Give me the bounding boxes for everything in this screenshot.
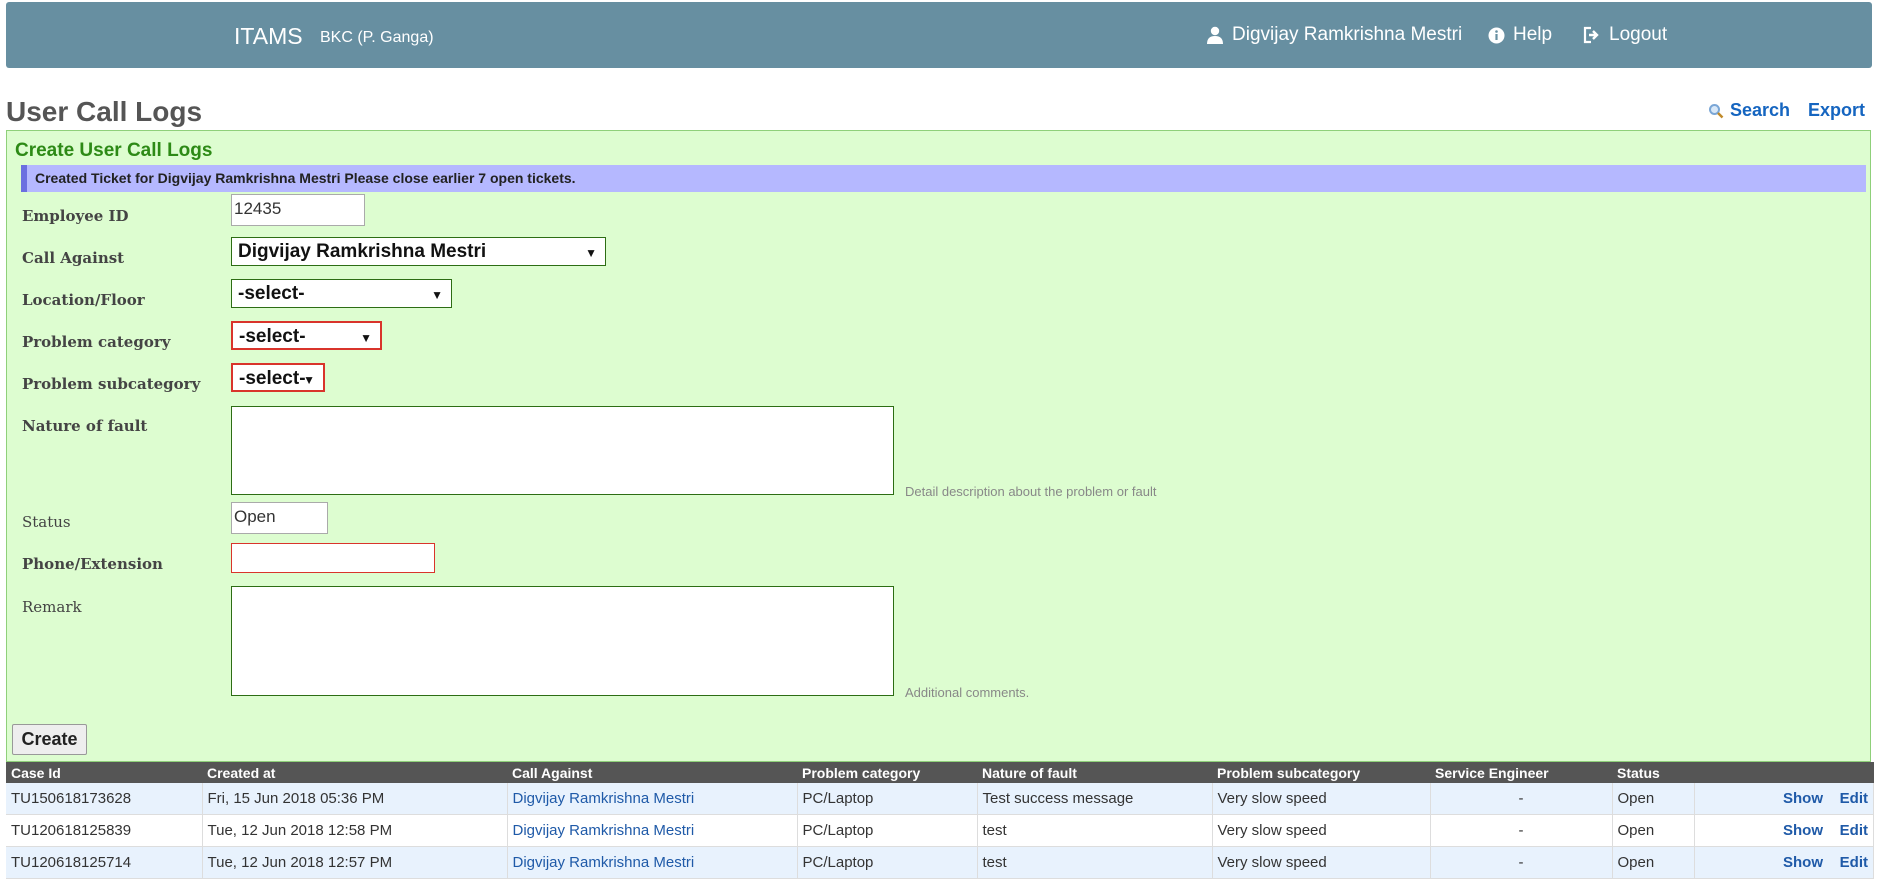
search-label: Search bbox=[1729, 100, 1790, 120]
help-link[interactable]: Help bbox=[1488, 24, 1552, 46]
logout-icon bbox=[1583, 26, 1599, 44]
category-cell: PC/Laptop bbox=[797, 783, 978, 815]
show-link[interactable]: Show bbox=[1783, 822, 1823, 839]
nature-of-fault-label: Nature of fault bbox=[22, 417, 148, 435]
table-row: TU120618125839 Tue, 12 Jun 2018 12:58 PM… bbox=[6, 814, 1874, 847]
column-header: Case Id bbox=[6, 762, 202, 783]
column-header: Call Against bbox=[507, 762, 797, 783]
create-button[interactable]: Create bbox=[12, 724, 87, 755]
employee-id-input[interactable]: 12435 bbox=[231, 194, 365, 226]
problem-subcategory-select[interactable]: -select- ▼ bbox=[231, 363, 325, 392]
show-link[interactable]: Show bbox=[1783, 790, 1823, 807]
search-icon bbox=[1708, 103, 1724, 118]
remark-textarea[interactable] bbox=[231, 586, 894, 696]
status-label: Status bbox=[22, 513, 71, 531]
search-link[interactable]: Search bbox=[1708, 100, 1790, 121]
call-against-link[interactable]: Digvijay Ramkrishna Mestri bbox=[507, 846, 798, 879]
page-title: User Call Logs bbox=[6, 96, 203, 127]
info-icon bbox=[1488, 27, 1505, 43]
status-input[interactable]: Open bbox=[231, 502, 328, 534]
employee-id-label: Employee ID bbox=[22, 207, 129, 225]
category-cell: PC/Laptop bbox=[797, 814, 978, 847]
status-cell: Open bbox=[1612, 814, 1695, 847]
case-id-cell: TU120618125839 bbox=[6, 814, 203, 847]
nature-cell: Test success message bbox=[977, 783, 1213, 815]
actions-cell: Show Edit bbox=[1694, 783, 1874, 815]
branch-label: BKC (P. Ganga) bbox=[320, 29, 434, 46]
chevron-down-icon: ▼ bbox=[431, 288, 443, 302]
chevron-down-icon: ▼ bbox=[303, 373, 315, 387]
column-header: Problem category bbox=[797, 762, 977, 783]
form-title: Create User Call Logs bbox=[15, 140, 213, 161]
page-actions: Search Export bbox=[1708, 100, 1865, 121]
actions-cell: Show Edit bbox=[1694, 814, 1874, 847]
call-against-value: Digvijay Ramkrishna Mestri bbox=[238, 241, 487, 262]
created-at-cell: Tue, 12 Jun 2018 12:57 PM bbox=[202, 846, 508, 879]
location-value: -select- bbox=[238, 283, 305, 304]
logout-link[interactable]: Logout bbox=[1583, 24, 1667, 46]
engineer-cell: - bbox=[1430, 846, 1613, 879]
actions-cell: Show Edit bbox=[1694, 846, 1874, 879]
edit-link[interactable]: Edit bbox=[1840, 790, 1868, 807]
nature-of-fault-hint: Detail description about the problem or … bbox=[905, 484, 1157, 499]
nature-cell: test bbox=[977, 846, 1213, 879]
status-cell: Open bbox=[1612, 783, 1695, 815]
engineer-cell: - bbox=[1430, 783, 1613, 815]
user-name: Digvijay Ramkrishna Mestri bbox=[1232, 24, 1463, 45]
brand-link[interactable]: ITAMS bbox=[234, 23, 303, 50]
subcategory-cell: Very slow speed bbox=[1212, 783, 1431, 815]
problem-category-value: -select- bbox=[239, 326, 306, 347]
column-header: Created at bbox=[202, 762, 507, 783]
table-header-row: Case Id Created at Call Against Problem … bbox=[6, 762, 1874, 783]
create-call-log-panel: Create User Call Logs Created Ticket for… bbox=[6, 130, 1871, 762]
subcategory-cell: Very slow speed bbox=[1212, 814, 1431, 847]
edit-link[interactable]: Edit bbox=[1840, 822, 1868, 839]
flash-message: Created Ticket for Digvijay Ramkrishna M… bbox=[21, 165, 1866, 192]
table-row: TU120618125714 Tue, 12 Jun 2018 12:57 PM… bbox=[6, 846, 1874, 879]
created-at-cell: Fri, 15 Jun 2018 05:36 PM bbox=[202, 783, 508, 815]
call-against-label: Call Against bbox=[22, 249, 125, 267]
column-header: Service Engineer bbox=[1430, 762, 1612, 783]
phone-input[interactable] bbox=[231, 543, 435, 573]
column-header: Nature of fault bbox=[977, 762, 1212, 783]
status-cell: Open bbox=[1612, 846, 1695, 879]
table-row: TU150618173628 Fri, 15 Jun 2018 05:36 PM… bbox=[6, 783, 1874, 815]
case-id-cell: TU150618173628 bbox=[6, 783, 203, 815]
user-menu[interactable]: Digvijay Ramkrishna Mestri bbox=[1206, 24, 1462, 46]
created-at-cell: Tue, 12 Jun 2018 12:58 PM bbox=[202, 814, 508, 847]
subcategory-cell: Very slow speed bbox=[1212, 846, 1431, 879]
remark-hint: Additional comments. bbox=[905, 685, 1030, 700]
top-navbar: ITAMS BKC (P. Ganga) Digvijay Ramkrishna… bbox=[6, 2, 1872, 68]
category-cell: PC/Laptop bbox=[797, 846, 978, 879]
call-against-select[interactable]: Digvijay Ramkrishna Mestri ▼ bbox=[231, 237, 606, 266]
call-against-link[interactable]: Digvijay Ramkrishna Mestri bbox=[507, 814, 798, 847]
show-link[interactable]: Show bbox=[1783, 854, 1823, 871]
remark-label: Remark bbox=[22, 598, 82, 616]
column-header: Problem subcategory bbox=[1212, 762, 1430, 783]
phone-label: Phone/Extension bbox=[22, 555, 163, 573]
chevron-down-icon: ▼ bbox=[585, 246, 597, 260]
engineer-cell: - bbox=[1430, 814, 1613, 847]
problem-category-select[interactable]: -select- ▼ bbox=[231, 321, 382, 350]
edit-link[interactable]: Edit bbox=[1840, 854, 1868, 871]
call-against-link[interactable]: Digvijay Ramkrishna Mestri bbox=[507, 783, 798, 815]
logout-label: Logout bbox=[1609, 24, 1668, 45]
location-label: Location/Floor bbox=[22, 291, 145, 309]
location-select[interactable]: -select- ▼ bbox=[231, 279, 452, 308]
case-id-cell: TU120618125714 bbox=[6, 846, 203, 879]
nature-cell: test bbox=[977, 814, 1213, 847]
problem-subcategory-value: -select- bbox=[239, 368, 306, 389]
user-icon bbox=[1207, 26, 1223, 44]
export-link[interactable]: Export bbox=[1808, 100, 1865, 121]
column-header: Status bbox=[1612, 762, 1694, 783]
problem-subcategory-label: Problem subcategory bbox=[22, 375, 201, 393]
call-logs-table: Case Id Created at Call Against Problem … bbox=[6, 762, 1874, 879]
chevron-down-icon: ▼ bbox=[360, 331, 372, 345]
actions-header bbox=[1694, 762, 1874, 783]
problem-category-label: Problem category bbox=[22, 333, 171, 351]
help-label: Help bbox=[1513, 24, 1553, 45]
nature-of-fault-textarea[interactable] bbox=[231, 406, 894, 495]
